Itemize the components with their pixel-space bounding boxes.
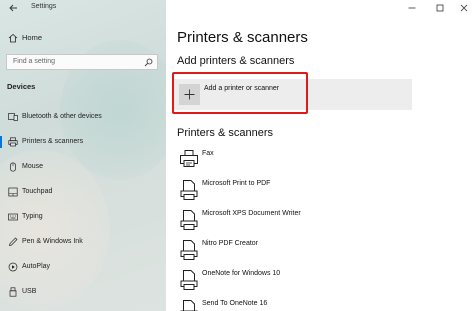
search-icon xyxy=(144,58,153,67)
add-icon-tile xyxy=(179,84,200,105)
sidebar-item-pen-windows-ink[interactable]: Pen & Windows Ink xyxy=(0,234,166,250)
virtual-printer-icon xyxy=(180,270,198,290)
list-item-microsoft-xps-document-writer[interactable]: Microsoft XPS Document Writer xyxy=(174,207,404,233)
sidebar-item-label: Typing xyxy=(22,213,43,220)
virtual-printer-icon xyxy=(180,210,198,230)
maximize-icon xyxy=(436,4,444,12)
virtual-printer-icon xyxy=(180,300,198,311)
sidebar-item-usb[interactable]: USB xyxy=(0,284,166,300)
sidebar-item-label: Touchpad xyxy=(22,188,53,195)
sidebar-item-bluetooth[interactable]: Bluetooth & other devices xyxy=(0,109,166,125)
pen-icon xyxy=(9,237,18,246)
back-button[interactable] xyxy=(4,0,22,16)
sidebar-item-label: Printers & scanners xyxy=(22,138,84,145)
device-label: Fax xyxy=(202,150,214,157)
sidebar: Settings Home Find a setting Devices Blu… xyxy=(0,0,166,311)
sidebar-item-home[interactable]: Home xyxy=(0,30,166,46)
device-label: Send To OneNote 16 xyxy=(202,300,268,307)
sidebar-item-autoplay[interactable]: AutoPlay xyxy=(0,259,166,275)
search-input[interactable]: Find a setting xyxy=(6,54,158,70)
list-item-onenote-for-windows-10[interactable]: OneNote for Windows 10 xyxy=(174,267,404,293)
list-item-fax[interactable]: Fax xyxy=(174,147,404,173)
bluetooth-devices-icon xyxy=(8,113,18,121)
section-header-devices: Devices xyxy=(7,82,36,91)
back-arrow-icon xyxy=(8,4,17,12)
printers-list-title: Printers & scanners xyxy=(177,127,273,139)
list-item-nitro-pdf-creator[interactable]: Nitro PDF Creator xyxy=(174,237,404,263)
list-item-send-to-onenote-16[interactable]: Send To OneNote 16 xyxy=(174,297,404,311)
sidebar-item-mouse[interactable]: Mouse xyxy=(0,159,166,175)
sidebar-item-printers-scanners[interactable]: Printers & scanners xyxy=(0,134,166,150)
device-label: Microsoft Print to PDF xyxy=(202,180,271,187)
selection-indicator xyxy=(0,136,2,148)
main-content: Printers & scanners Add printers & scann… xyxy=(166,0,474,311)
add-printer-button[interactable]: Add a printer or scanner xyxy=(174,79,412,110)
close-button[interactable] xyxy=(450,0,474,16)
mouse-icon xyxy=(10,162,16,172)
sidebar-item-touchpad[interactable]: Touchpad xyxy=(0,184,166,200)
sidebar-item-label: Home xyxy=(22,33,43,42)
sidebar-item-typing[interactable]: Typing xyxy=(0,209,166,225)
printer-icon xyxy=(8,137,18,147)
sidebar-item-label: AutoPlay xyxy=(22,263,51,270)
device-label: Nitro PDF Creator xyxy=(202,240,259,247)
touchpad-icon xyxy=(8,187,18,197)
close-icon xyxy=(460,4,468,12)
home-icon xyxy=(8,33,18,43)
sidebar-item-label: Pen & Windows Ink xyxy=(22,238,83,245)
search-placeholder: Find a setting xyxy=(13,58,56,65)
virtual-printer-icon xyxy=(180,240,198,260)
sidebar-item-label: USB xyxy=(22,288,37,295)
autoplay-icon xyxy=(8,262,18,272)
sidebar-item-label: Bluetooth & other devices xyxy=(22,113,102,120)
window-title: Settings xyxy=(31,3,57,10)
plus-icon xyxy=(184,89,195,100)
device-label: Microsoft XPS Document Writer xyxy=(202,210,301,217)
add-printer-label: Add a printer or scanner xyxy=(204,85,280,92)
keyboard-icon xyxy=(8,213,18,221)
page-title: Printers & scanners xyxy=(177,29,308,46)
minimize-button[interactable] xyxy=(398,0,426,16)
fax-icon xyxy=(180,150,198,167)
virtual-printer-icon xyxy=(180,180,198,200)
device-label: OneNote for Windows 10 xyxy=(202,270,281,277)
minimize-icon xyxy=(408,7,416,9)
sidebar-item-label: Mouse xyxy=(22,163,44,170)
usb-icon xyxy=(9,287,17,297)
add-section-title: Add printers & scanners xyxy=(177,55,295,67)
list-item-microsoft-print-to-pdf[interactable]: Microsoft Print to PDF xyxy=(174,177,404,203)
